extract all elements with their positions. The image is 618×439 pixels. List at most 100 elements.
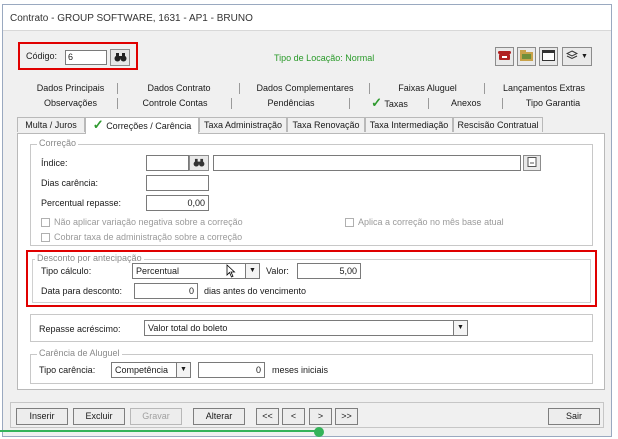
codigo-input[interactable]: 6 — [65, 50, 107, 65]
repasse-value: Valor total do boleto — [148, 323, 228, 333]
desconto-highlight: Desconto por antecipação Tipo cálculo: P… — [26, 250, 597, 307]
bottom-button-frame: Inserir Excluir Gravar Alterar << < > >>… — [10, 402, 604, 428]
subtab-label: Taxa Administração — [203, 120, 283, 130]
layers-icon — [565, 49, 579, 64]
excluir-button[interactable]: Excluir — [73, 408, 125, 425]
progress-handle — [314, 427, 324, 437]
tab-pendencias[interactable]: Pendências — [232, 96, 350, 110]
subtab-rescisao-contratual[interactable]: Rescisão Contratual — [453, 117, 543, 132]
codigo-highlight: Código: 6 — [18, 42, 138, 70]
repasse-select[interactable]: Valor total do boleto ▼ — [144, 320, 468, 336]
tab-observacoes[interactable]: Observações — [23, 96, 118, 110]
tab-controle-contas[interactable]: Controle Contas — [118, 96, 232, 110]
dias-carencia-input[interactable] — [146, 175, 209, 191]
tab-lancamentos-extras[interactable]: Lançamentos Extras — [485, 81, 603, 95]
sair-button[interactable]: Sair — [548, 408, 600, 425]
binoculars-icon — [193, 158, 205, 169]
tab-label: Pendências — [267, 98, 315, 108]
chevron-down-icon: ▼ — [176, 363, 190, 377]
correcao-group: Correção Índice: Dias carência: Percentu… — [30, 138, 593, 246]
tab-label: Faixas Aluguel — [398, 83, 457, 93]
tab-dados-principais[interactable]: Dados Principais — [23, 81, 118, 95]
inserir-button[interactable]: Inserir — [16, 408, 68, 425]
tab-dados-contrato[interactable]: Dados Contrato — [118, 81, 240, 95]
progress-fill — [0, 430, 320, 432]
tipo-calculo-value: Percentual — [136, 266, 180, 276]
desconto-title: Desconto por antecipação — [35, 253, 144, 263]
chevron-down-icon: ▼ — [245, 264, 259, 278]
codigo-label: Código: — [26, 51, 58, 61]
nao-aplicar-checkbox[interactable] — [41, 218, 50, 227]
tab-faixas-aluguel[interactable]: Faixas Aluguel — [370, 81, 485, 95]
percentual-repasse-input[interactable]: 0,00 — [146, 195, 209, 211]
next-record-button[interactable]: > — [309, 408, 332, 425]
tipo-carencia-label: Tipo carência: — [39, 365, 96, 375]
valor-input[interactable]: 5,00 — [297, 263, 361, 279]
subtab-taxa-intermediacao[interactable]: Taxa Intermediação — [365, 117, 453, 132]
repasse-label: Repasse acréscimo: — [39, 324, 121, 334]
cobrar-taxa-label: Cobrar taxa de administração sobre a cor… — [54, 232, 243, 242]
indice-clear-button[interactable] — [523, 155, 541, 171]
nao-aplicar-label: Não aplicar variação negativa sobre a co… — [54, 217, 243, 227]
last-record-button[interactable]: >> — [335, 408, 358, 425]
contract-window: Contrato - GROUP SOFTWARE, 1631 - AP1 - … — [2, 4, 612, 437]
indice-code-input[interactable] — [146, 155, 189, 171]
subtabs: Multa / Juros ✓ Correções / Carência Tax… — [17, 117, 597, 134]
indice-search-button[interactable] — [189, 155, 209, 171]
prev-record-button[interactable]: < — [282, 408, 305, 425]
indice-description-input[interactable] — [213, 155, 521, 171]
phone-icon — [498, 50, 511, 64]
repasse-group: Repasse acréscimo: Valor total do boleto… — [30, 314, 593, 342]
tab-label: Dados Complementares — [256, 83, 354, 93]
tab-dados-complementares[interactable]: Dados Complementares — [240, 81, 370, 95]
tipo-locacao: Tipo de Locação: Normal — [274, 53, 375, 63]
tab-anexos[interactable]: Anexos — [429, 96, 503, 110]
valor-label: Valor: — [266, 266, 289, 276]
tipo-calculo-select[interactable]: Percentual ▼ — [132, 263, 260, 279]
tab-tipo-garantia[interactable]: Tipo Garantia — [503, 96, 603, 110]
data-desconto-label: Data para desconto: — [41, 286, 123, 296]
tabs-row-2: Observações Controle Contas Pendências ✓… — [23, 96, 603, 110]
window-title: Contrato - GROUP SOFTWARE, 1631 - AP1 - … — [10, 13, 253, 24]
tab-taxas[interactable]: ✓ Taxas — [350, 96, 429, 110]
check-icon: ✓ — [371, 95, 383, 110]
subtab-multa-juros[interactable]: Multa / Juros — [17, 117, 85, 132]
aplica-mes-label: Aplica a correção no mês base atual — [358, 217, 504, 227]
subtab-label: Correções / Carência — [106, 121, 192, 131]
desconto-group: Desconto por antecipação Tipo cálculo: P… — [32, 253, 591, 303]
aplica-mes-checkbox[interactable] — [345, 218, 354, 227]
tipo-calculo-label: Tipo cálculo: — [41, 266, 92, 276]
window-button[interactable] — [539, 47, 558, 66]
layers-menu-button[interactable]: ▼ — [562, 47, 592, 66]
tabs-row-1: Dados Principais Dados Contrato Dados Co… — [23, 81, 603, 95]
gravar-button[interactable]: Gravar — [130, 408, 182, 425]
tab-label: Dados Principais — [36, 83, 105, 93]
folder-button[interactable] — [517, 47, 536, 66]
first-record-button[interactable]: << — [256, 408, 279, 425]
subtab-taxa-administracao[interactable]: Taxa Administração — [199, 117, 287, 132]
percentual-repasse-label: Percentual repasse: — [41, 198, 122, 208]
chevron-down-icon: ▼ — [581, 53, 588, 60]
cobrar-taxa-checkbox[interactable] — [41, 233, 50, 242]
phone-button[interactable] — [495, 47, 514, 66]
alterar-button[interactable]: Alterar — [193, 408, 245, 425]
subtab-correcoes-carencia[interactable]: ✓ Correções / Carência — [85, 117, 199, 134]
window-icon — [542, 49, 555, 64]
tab-label: Dados Contrato — [147, 83, 211, 93]
top-toolbar: Código: 6 Tipo de Locação: Normal ▼ — [3, 32, 611, 76]
binoculars-icon — [114, 52, 127, 64]
tab-label: Controle Contas — [142, 98, 208, 108]
search-codigo-button[interactable] — [110, 49, 130, 66]
tab-label: Observações — [43, 98, 98, 108]
correcao-title: Correção — [37, 138, 79, 148]
correcoes-panel: Correção Índice: Dias carência: Percentu… — [17, 133, 605, 390]
data-desconto-input[interactable]: 0 — [134, 283, 198, 299]
tab-label: Taxas — [384, 99, 408, 109]
subtab-label: Taxa Intermediação — [369, 120, 449, 130]
tab-label: Tipo Garantia — [525, 98, 581, 108]
folder-icon — [520, 49, 533, 64]
subtab-taxa-renovacao[interactable]: Taxa Renovação — [287, 117, 365, 132]
meses-iniciais-input[interactable]: 0 — [198, 362, 265, 378]
tipo-carencia-value: Competência — [115, 365, 169, 375]
tipo-carencia-select[interactable]: Competência ▼ — [111, 362, 191, 378]
